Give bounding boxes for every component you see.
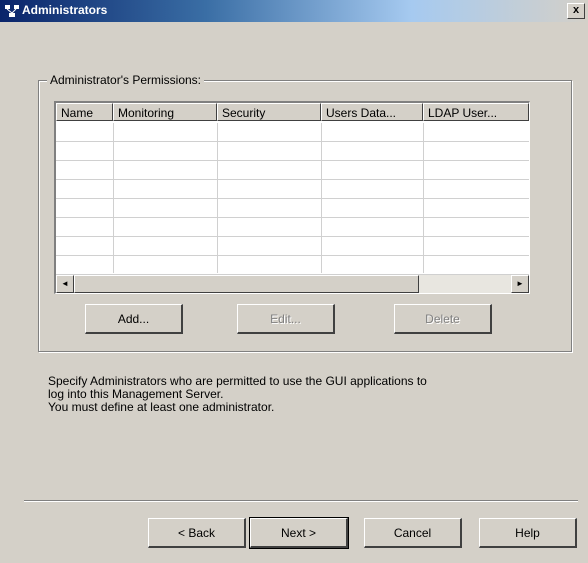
description-text: Specify Administrators who are permitted… [48, 375, 528, 414]
table-row[interactable] [56, 142, 529, 161]
table-body [56, 123, 529, 275]
scroll-track[interactable] [419, 275, 511, 293]
grid-line [113, 123, 114, 273]
table-row[interactable] [56, 180, 529, 199]
permissions-group-label: Administrator's Permissions: [47, 73, 204, 87]
edit-button[interactable]: Edit... [237, 304, 335, 334]
title-bar: Administrators x [0, 0, 588, 22]
table-row[interactable] [56, 161, 529, 180]
cancel-button[interactable]: Cancel [364, 518, 462, 548]
table-row[interactable] [56, 237, 529, 256]
next-button[interactable]: Next > [249, 517, 349, 549]
column-header-security[interactable]: Security [217, 103, 321, 121]
table-row[interactable] [56, 123, 529, 142]
table-header: Name Monitoring Security Users Data... L… [56, 103, 529, 123]
scroll-thumb[interactable] [74, 275, 419, 293]
network-icon [4, 3, 20, 19]
column-header-users-data[interactable]: Users Data... [321, 103, 423, 121]
grid-line [423, 123, 424, 273]
column-header-ldap-user[interactable]: LDAP User... [423, 103, 529, 121]
permissions-groupbox: Administrator's Permissions: Name Monito… [38, 73, 572, 352]
add-button[interactable]: Add... [85, 304, 183, 334]
column-header-monitoring[interactable]: Monitoring [113, 103, 217, 121]
footer-separator [24, 500, 578, 502]
scroll-right-icon[interactable]: ► [511, 275, 529, 293]
close-button[interactable]: x [567, 3, 585, 19]
table-row[interactable] [56, 218, 529, 237]
permissions-table[interactable]: Name Monitoring Security Users Data... L… [54, 101, 530, 294]
table-row[interactable] [56, 199, 529, 218]
help-button[interactable]: Help [479, 518, 577, 548]
window-title: Administrators [22, 3, 108, 17]
grid-line [217, 123, 218, 273]
grid-line [321, 123, 322, 273]
delete-button[interactable]: Delete [394, 304, 492, 334]
description-line: You must define at least one administrat… [48, 400, 275, 414]
scroll-left-icon[interactable]: ◄ [56, 275, 74, 293]
column-header-name[interactable]: Name [56, 103, 113, 121]
table-row[interactable] [56, 256, 529, 275]
horizontal-scrollbar[interactable]: ◄ ► [56, 275, 529, 293]
back-button[interactable]: < Back [148, 518, 246, 548]
